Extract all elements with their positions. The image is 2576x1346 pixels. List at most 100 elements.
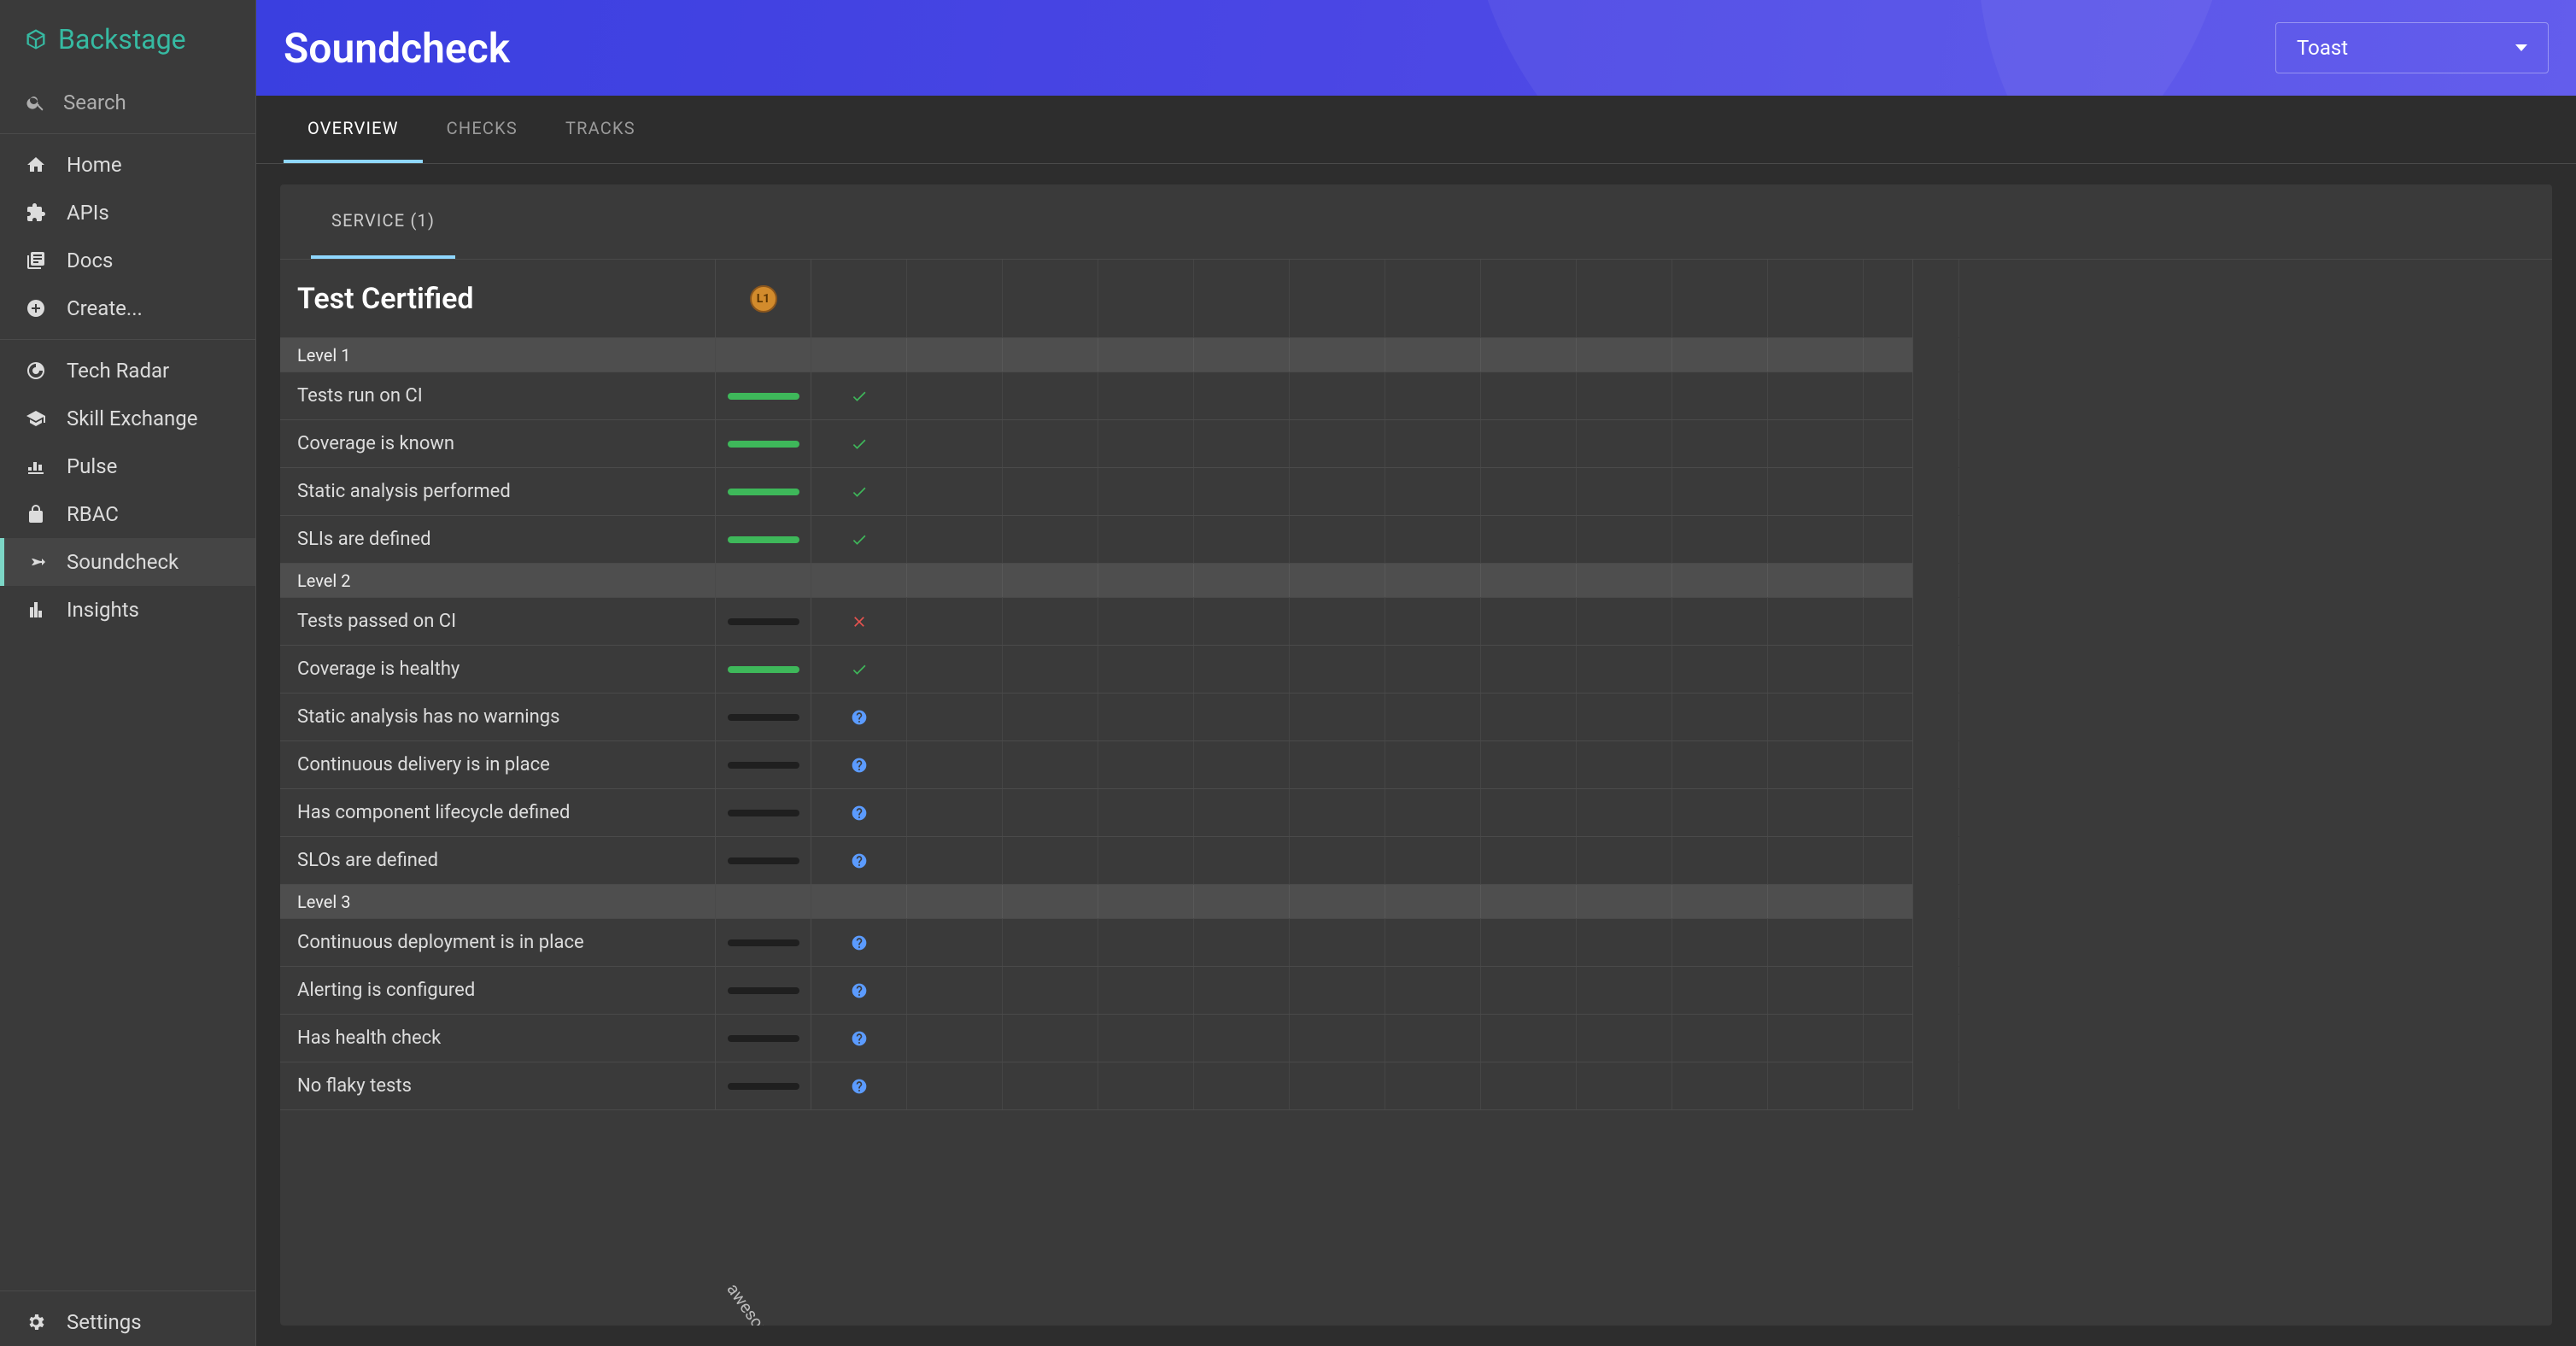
status-bar (728, 762, 799, 769)
sidebar-item-skill-exchange[interactable]: Skill Exchange (0, 395, 255, 442)
sidebar-item-home[interactable]: Home (0, 141, 255, 189)
check-label: Coverage is healthy (280, 646, 716, 693)
check-row[interactable]: No flaky tests (280, 1062, 1912, 1110)
lock-icon (26, 504, 46, 524)
status-bar (728, 536, 799, 543)
panel-tab-service[interactable]: SERVICE (1) (311, 184, 455, 259)
pulse-icon (26, 456, 46, 477)
sidebar-item-label: Home (67, 153, 122, 177)
nav-divider (0, 1290, 255, 1291)
fail-icon (851, 613, 868, 630)
level-header: Level 1 (280, 338, 1912, 372)
certification-grid: Test Certified L1 Level 1 Tests run on C… (280, 260, 1913, 1110)
sidebar-item-label: Create... (67, 296, 143, 320)
check-row[interactable]: SLOs are defined (280, 837, 1912, 885)
sidebar-item-label: Docs (67, 249, 113, 272)
check-label: Coverage is known (280, 420, 716, 467)
check-row[interactable]: Static analysis performed (280, 468, 1912, 516)
brand-name: Backstage (58, 23, 186, 56)
sidebar-item-rbac[interactable]: RBAC (0, 490, 255, 538)
check-row[interactable]: Continuous delivery is in place (280, 741, 1912, 789)
status-bar (728, 1035, 799, 1042)
check-label: Static analysis performed (280, 468, 716, 515)
pass-icon (851, 531, 868, 548)
sidebar-item-settings[interactable]: Settings (0, 1298, 255, 1346)
sidebar-item-soundcheck[interactable]: Soundcheck (0, 538, 255, 586)
status-bar (728, 1083, 799, 1090)
soundcheck-icon (26, 552, 46, 572)
status-bar (728, 393, 799, 400)
sidebar-item-create-[interactable]: Create... (0, 284, 255, 332)
check-label: Has health check (280, 1015, 716, 1062)
check-row[interactable]: Tests passed on CI (280, 598, 1912, 646)
pass-icon (851, 661, 868, 678)
tab-checks[interactable]: CHECKS (423, 96, 542, 163)
sidebar-item-label: Settings (67, 1310, 142, 1334)
unknown-icon (851, 982, 868, 999)
dropdown-value: Toast (2297, 36, 2348, 60)
search-placeholder: Search (63, 91, 126, 114)
tabs: OVERVIEWCHECKSTRACKS (256, 96, 2576, 164)
sidebar-item-docs[interactable]: Docs (0, 237, 255, 284)
sidebar-item-apis[interactable]: APIs (0, 189, 255, 237)
panel-tab-label: SERVICE (1) (331, 210, 435, 231)
level-header: Level 3 (280, 885, 1912, 919)
check-row[interactable]: Has health check (280, 1015, 1912, 1062)
unknown-icon (851, 1078, 868, 1095)
status-bar (728, 666, 799, 673)
check-label: Continuous delivery is in place (280, 741, 716, 788)
check-label: Tests run on CI (280, 372, 716, 419)
sidebar: Backstage Search Home APIs Docs Create... T… (0, 0, 256, 1346)
check-row[interactable]: SLIs are defined (280, 516, 1912, 564)
status-bar (728, 987, 799, 994)
brand-logo[interactable]: Backstage (0, 0, 255, 79)
status-bar (728, 810, 799, 816)
sidebar-item-pulse[interactable]: Pulse (0, 442, 255, 490)
insights-icon (26, 600, 46, 620)
sidebar-item-insights[interactable]: Insights (0, 586, 255, 634)
status-bar (728, 939, 799, 946)
sidebar-item-label: RBAC (67, 502, 119, 526)
check-row[interactable]: Alerting is configured (280, 967, 1912, 1015)
sidebar-item-label: APIs (67, 201, 109, 225)
status-bar (728, 857, 799, 864)
tab-overview[interactable]: OVERVIEW (284, 96, 423, 163)
check-row[interactable]: Tests run on CI (280, 372, 1912, 420)
check-row[interactable]: Coverage is known (280, 420, 1912, 468)
gear-icon (26, 1312, 46, 1332)
level-label: Level 1 (280, 338, 716, 372)
tab-tracks[interactable]: TRACKS (542, 96, 659, 163)
level-label: Level 2 (280, 564, 716, 597)
status-bar (728, 441, 799, 448)
check-row[interactable]: Coverage is healthy (280, 646, 1912, 693)
track-title-row: Test Certified L1 (280, 260, 1912, 338)
pass-icon (851, 483, 868, 500)
docs-icon (26, 250, 46, 271)
sidebar-item-label: Insights (67, 598, 139, 622)
unknown-icon (851, 805, 868, 822)
header-dropdown[interactable]: Toast (2275, 22, 2549, 73)
track-badge-cell: L1 (716, 260, 811, 337)
check-row[interactable]: Continuous deployment is in place (280, 919, 1912, 967)
check-label: Continuous deployment is in place (280, 919, 716, 966)
check-row[interactable]: Has component lifecycle defined (280, 789, 1912, 837)
track-title: Test Certified (280, 260, 716, 337)
unknown-icon (851, 1030, 868, 1047)
nav-divider (0, 133, 255, 134)
skill-icon (26, 408, 46, 429)
check-label: Has component lifecycle defined (280, 789, 716, 836)
sidebar-item-label: Soundcheck (67, 550, 179, 574)
page-title: Soundcheck (284, 24, 510, 73)
create-icon (26, 298, 46, 319)
check-label: SLOs are defined (280, 837, 716, 884)
panel-tabs: SERVICE (1) (280, 184, 2552, 260)
page-header: Soundcheck Toast (256, 0, 2576, 96)
status-bar (728, 714, 799, 721)
nav-divider (0, 339, 255, 340)
check-row[interactable]: Static analysis has no warnings (280, 693, 1912, 741)
sidebar-item-tech-radar[interactable]: Tech Radar (0, 347, 255, 395)
search-input[interactable]: Search (0, 79, 255, 126)
status-bar (728, 618, 799, 625)
level-badge: L1 (750, 285, 777, 313)
component-column-label: awesome-component (723, 1279, 834, 1326)
